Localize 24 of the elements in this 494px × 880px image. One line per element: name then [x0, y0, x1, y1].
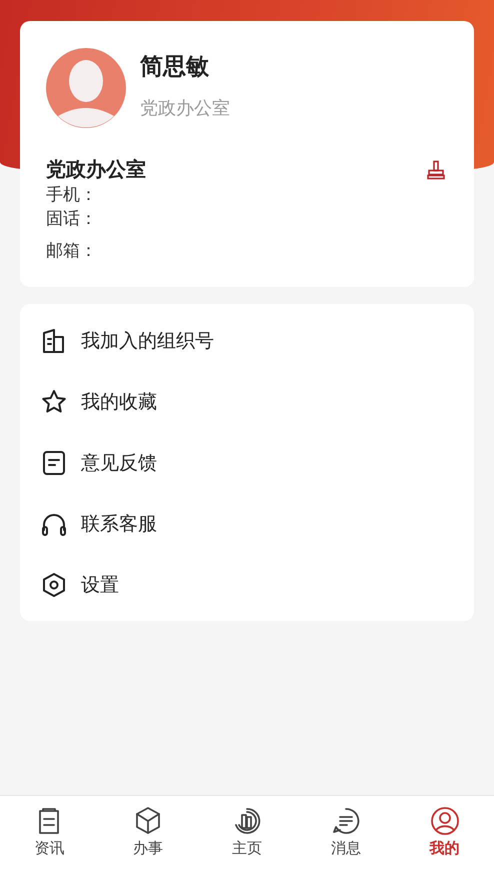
avatar-icon	[46, 48, 126, 128]
tab[interactable]: 资讯	[0, 796, 99, 880]
tab[interactable]: 主页	[198, 796, 296, 880]
user-department: 党政办公室	[140, 96, 230, 120]
contact-field: 固话：	[20, 207, 474, 231]
stamp-icon[interactable]	[426, 160, 446, 180]
tab[interactable]: 我的	[395, 796, 494, 880]
tab[interactable]: 消息	[296, 796, 396, 880]
menu-item[interactable]: 我的收藏	[81, 388, 157, 414]
hexagon-icon	[41, 572, 67, 598]
menu-item[interactable]: 联系客服	[81, 510, 157, 536]
chat-icon	[330, 806, 361, 836]
person-icon	[430, 806, 460, 836]
contact-field: 手机：	[20, 183, 474, 207]
organization-name: 党政办公室	[46, 156, 146, 183]
user-name: 简思敏	[140, 52, 210, 82]
menu-item[interactable]: 意见反馈	[81, 450, 157, 476]
tab[interactable]: 办事	[98, 796, 198, 880]
star-icon	[41, 388, 67, 414]
menu-item[interactable]: 我加入的组织号	[81, 328, 214, 354]
note-icon	[41, 450, 67, 476]
menu-item[interactable]: 设置	[81, 572, 119, 598]
building-icon	[41, 328, 67, 354]
contact-field: 邮箱：	[20, 239, 474, 263]
